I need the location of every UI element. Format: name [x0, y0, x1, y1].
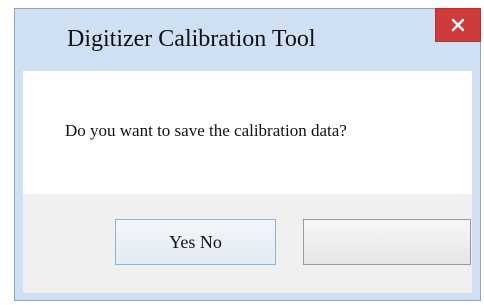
dialog-title: Digitizer Calibration Tool [67, 26, 316, 52]
dialog-content: Do you want to save the calibration data… [23, 71, 472, 194]
blank-button[interactable] [303, 219, 471, 265]
close-icon [451, 18, 465, 32]
close-button[interactable] [435, 8, 481, 42]
title-bar: Digitizer Calibration Tool [15, 8, 481, 71]
dialog-window: Digitizer Calibration Tool Do you want t… [14, 8, 481, 301]
dialog-footer: Yes No [23, 194, 472, 293]
dialog-message: Do you want to save the calibration data… [65, 121, 347, 140]
yes-no-button[interactable]: Yes No [115, 219, 276, 265]
